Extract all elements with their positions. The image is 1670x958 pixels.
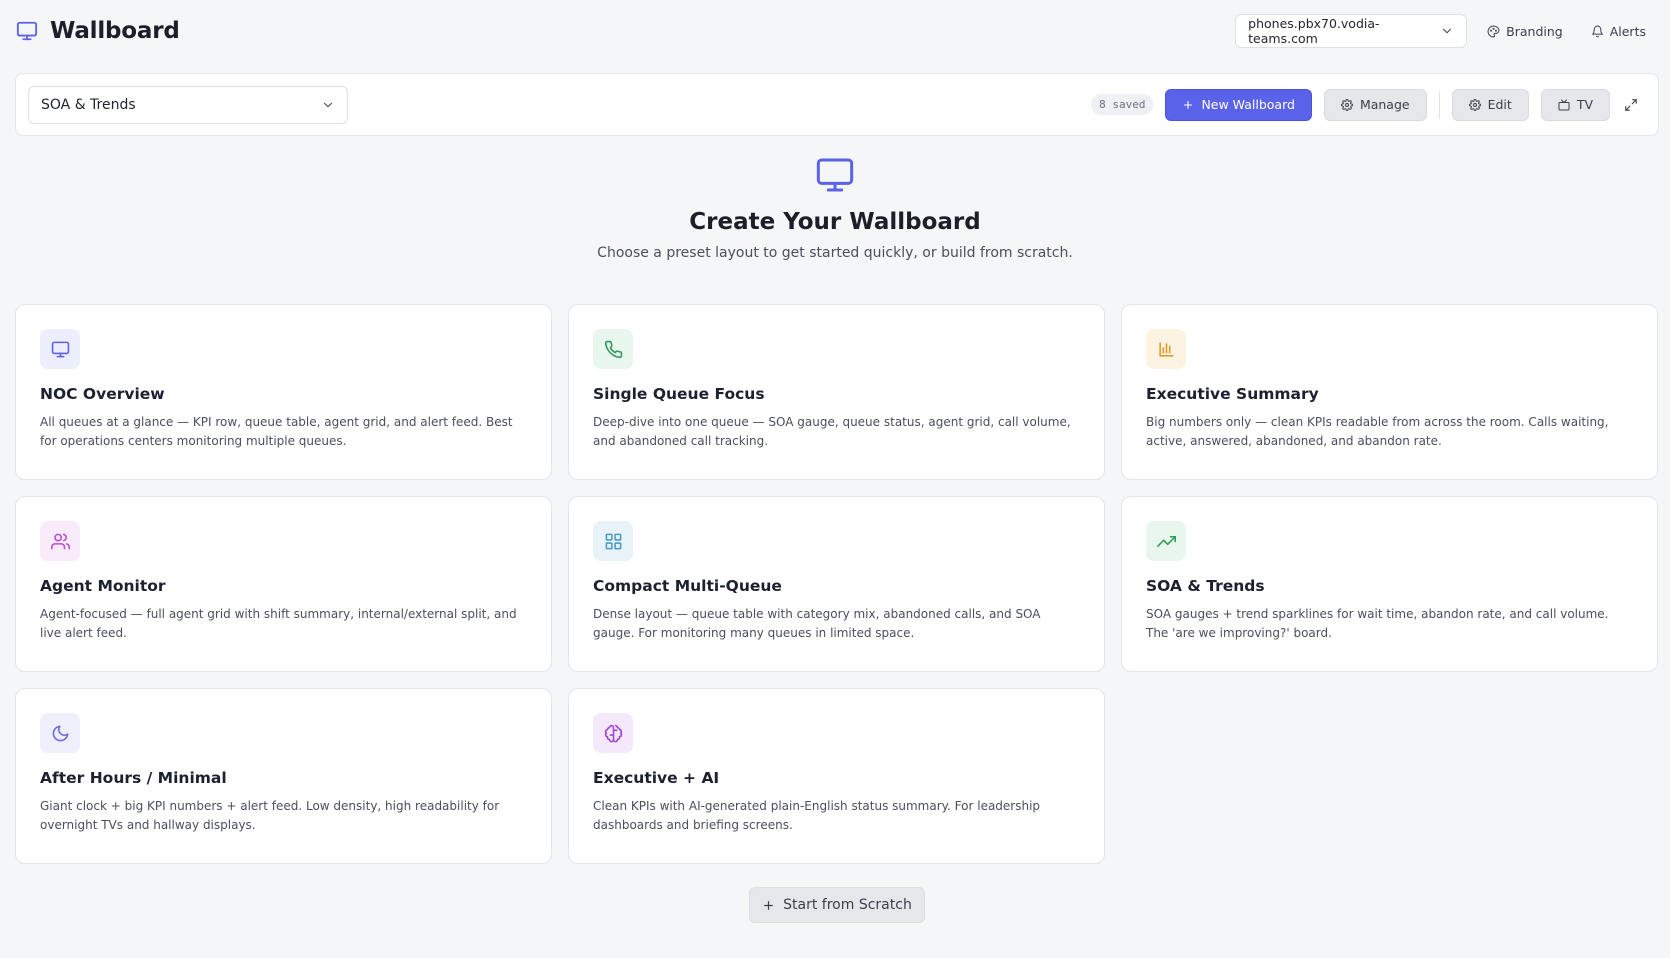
preset-card-executive-summary[interactable]: Executive Summary Big numbers only — cle… [1121, 304, 1658, 480]
preset-card-single-queue-focus[interactable]: Single Queue Focus Deep-dive into one qu… [568, 304, 1105, 480]
preset-title: Compact Multi-Queue [593, 577, 782, 595]
edit-button[interactable]: Edit [1451, 88, 1529, 121]
bell-icon [1591, 25, 1604, 38]
preset-description: Big numbers only — clean KPIs readable f… [1146, 415, 1609, 448]
server-select[interactable]: phones.pbx70.vodia-teams.com [1235, 14, 1468, 48]
manage-label: Manage [1359, 97, 1410, 112]
wallboard-select-value: SOA & Trends [41, 96, 136, 113]
preset-description: SOA gauges + trend sparklines for wait t… [1146, 607, 1609, 640]
plus-icon [1182, 99, 1194, 111]
gear-icon [1340, 98, 1353, 111]
phone-icon [593, 329, 633, 369]
hero-title: Create Your Wallboard [689, 209, 981, 235]
alerts-button[interactable]: Alerts [1583, 18, 1654, 45]
plus-icon [762, 899, 775, 912]
monitor-icon [16, 20, 38, 42]
preset-description: All queues at a glance — KPI row, queue … [40, 415, 513, 448]
moon-icon [40, 713, 80, 753]
app-title: Wallboard [50, 18, 180, 44]
gear-icon [1468, 98, 1481, 111]
preset-card-agent-monitor[interactable]: Agent Monitor Agent-focused — full agent… [15, 496, 552, 672]
start-from-scratch-button[interactable]: Start from Scratch [749, 887, 925, 923]
preset-description: Deep-dive into one queue — SOA gauge, qu… [593, 415, 1071, 448]
preset-title: After Hours / Minimal [40, 769, 227, 787]
preset-title: NOC Overview [40, 385, 165, 403]
wallboard-select[interactable]: SOA & Trends [28, 85, 348, 124]
alerts-label: Alerts [1609, 23, 1646, 39]
tv-mode-button[interactable]: TV [1540, 88, 1610, 121]
preset-title: Executive Summary [1146, 385, 1319, 403]
preset-description: Clean KPIs with AI-generated plain-Engli… [593, 799, 1041, 832]
start-from-scratch-label: Start from Scratch [783, 897, 912, 913]
preset-title: Executive + AI [593, 769, 720, 787]
preset-title: Agent Monitor [40, 577, 166, 595]
new-wallboard-label: New Wallboard [1201, 97, 1295, 112]
monitor-icon [40, 329, 80, 369]
empty-state-hero: Create Your Wallboard Choose a preset la… [0, 155, 1670, 261]
manage-button[interactable]: Manage [1323, 88, 1427, 121]
preset-card-after-hours[interactable]: After Hours / Minimal Giant clock + big … [15, 688, 552, 864]
tv-label: TV [1576, 97, 1593, 112]
toolbar-divider [1438, 90, 1440, 119]
saved-count-badge: 8 saved [1091, 94, 1154, 115]
preset-card-executive-ai[interactable]: Executive + AI Clean KPIs with AI-genera… [568, 688, 1105, 864]
preset-title: SOA & Trends [1146, 577, 1265, 595]
brand: Wallboard [16, 18, 180, 44]
wallboard-toolbar: SOA & Trends 8 saved New Wallboard Manag… [15, 73, 1659, 136]
tv-icon [1558, 99, 1570, 111]
chevron-down-icon [321, 98, 335, 112]
preset-card-soa-trends[interactable]: SOA & Trends SOA gauges + trend sparklin… [1121, 496, 1658, 672]
fullscreen-button[interactable] [1616, 90, 1646, 120]
new-wallboard-button[interactable]: New Wallboard [1165, 88, 1312, 121]
preset-description: Dense layout — queue table with category… [593, 607, 1041, 640]
preset-description: Agent-focused — full agent grid with shi… [40, 607, 517, 640]
server-select-value: phones.pbx70.vodia-teams.com [1248, 16, 1380, 46]
trending-up-icon [1146, 521, 1186, 561]
preset-description: Giant clock + big KPI numbers + alert fe… [40, 799, 500, 832]
preset-card-compact-multi-queue[interactable]: Compact Multi-Queue Dense layout — queue… [568, 496, 1105, 672]
brain-icon [593, 713, 633, 753]
monitor-icon [815, 155, 855, 195]
users-icon [40, 521, 80, 561]
bar-chart-icon [1146, 329, 1186, 369]
palette-icon [1487, 25, 1500, 38]
expand-icon [1624, 98, 1638, 112]
chevron-down-icon [1440, 24, 1454, 38]
hero-subtitle: Choose a preset layout to get started qu… [597, 245, 1073, 261]
preset-card-noc-overview[interactable]: NOC Overview All queues at a glance — KP… [15, 304, 552, 480]
grid-icon [593, 521, 633, 561]
branding-label: Branding [1506, 23, 1563, 39]
edit-label: Edit [1487, 97, 1512, 112]
preset-title: Single Queue Focus [593, 385, 765, 403]
branding-button[interactable]: Branding [1479, 18, 1571, 45]
top-bar: Wallboard phones.pbx70.vodia-teams.com B… [0, 0, 1670, 62]
